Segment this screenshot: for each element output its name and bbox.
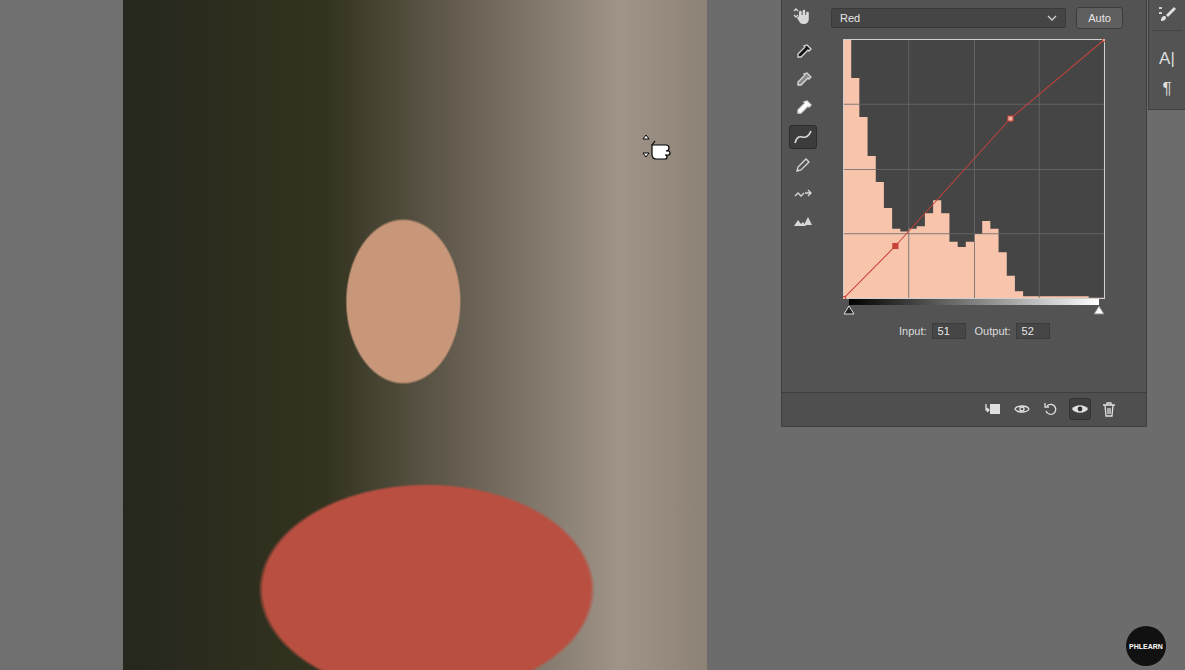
target-tool[interactable] [789,5,817,29]
brush-panel-button[interactable] [1152,4,1182,31]
histogram [843,39,1105,299]
visibility-icon [1071,401,1089,417]
curve-line[interactable] [843,39,1105,299]
canvas-gutter [0,0,123,670]
smooth-tool[interactable] [789,181,817,205]
curve-point[interactable] [1102,39,1105,42]
grid-line [908,39,909,299]
photo-canvas[interactable] [123,0,707,670]
curve-point[interactable] [893,243,898,248]
input-output-row: Input: 51 Output: 52 [899,323,1124,339]
curve-tool[interactable] [789,125,817,149]
curves-graph[interactable] [843,39,1105,299]
white-point-slider-icon[interactable] [1093,305,1105,315]
paragraph-panel-button[interactable]: ¶ [1152,75,1182,101]
watermark-logo: PHLEARN [1126,626,1166,666]
curve-icon [793,127,813,147]
view-previous-icon [1013,401,1031,417]
reset-button[interactable] [1040,398,1062,420]
eyedropper-white-tool[interactable] [789,97,817,121]
output-label: Output: [975,325,1011,337]
grid-line [843,233,1105,234]
auto-button[interactable]: Auto [1076,7,1123,29]
eyedropper-black-icon [793,43,813,63]
right-panel-strip: A| ¶ [1148,0,1185,110]
black-point-slider-icon[interactable] [843,305,855,315]
character-panel-button[interactable]: A| [1152,45,1182,71]
target-icon [793,7,813,27]
clipping-icon [793,211,813,231]
grid-line [974,39,975,299]
curve-point[interactable] [1008,116,1013,121]
reset-icon [1042,401,1060,417]
panel-footer [782,392,1146,426]
visibility-button[interactable] [1069,398,1091,420]
clip-icon [984,401,1002,417]
hand-cursor-icon [639,133,675,163]
curves-properties-panel: Red Auto Input: 51 Output: 52 [781,0,1147,427]
brush-icon [1156,4,1178,26]
output-field[interactable]: 52 [1016,323,1050,339]
clip-button[interactable] [982,398,1004,420]
input-field[interactable]: 51 [932,323,966,339]
clipping-tool[interactable] [789,209,817,233]
curve-point[interactable] [843,296,846,299]
grid-line [843,104,1105,105]
chevron-down-icon [1047,14,1057,22]
paragraph-icon: ¶ [1162,80,1171,97]
pencil-tool[interactable] [789,153,817,177]
delete-icon [1100,401,1118,417]
channel-dropdown[interactable]: Red [831,8,1066,28]
curves-tools [789,5,819,392]
view-previous-button[interactable] [1011,398,1033,420]
canvas-gutter [707,0,781,670]
smooth-icon [793,183,813,203]
photoshop-screen: Red Auto Input: 51 Output: 52 A| ¶ PHLEARN [0,0,1185,670]
eyedropper-white-icon [793,99,813,119]
pencil-icon [793,155,813,175]
input-label: Input: [899,325,927,337]
graph-border [844,40,1105,299]
delete-button[interactable] [1098,398,1120,420]
character-icon: A| [1159,50,1175,67]
tone-gradient-bar [849,299,1099,305]
eyedropper-gray-tool[interactable] [789,69,817,93]
grid-line [843,169,1105,170]
eyedropper-black-tool[interactable] [789,41,817,65]
eyedropper-gray-icon [793,71,813,91]
graph-background [843,39,1105,299]
grid-line [1039,39,1040,299]
